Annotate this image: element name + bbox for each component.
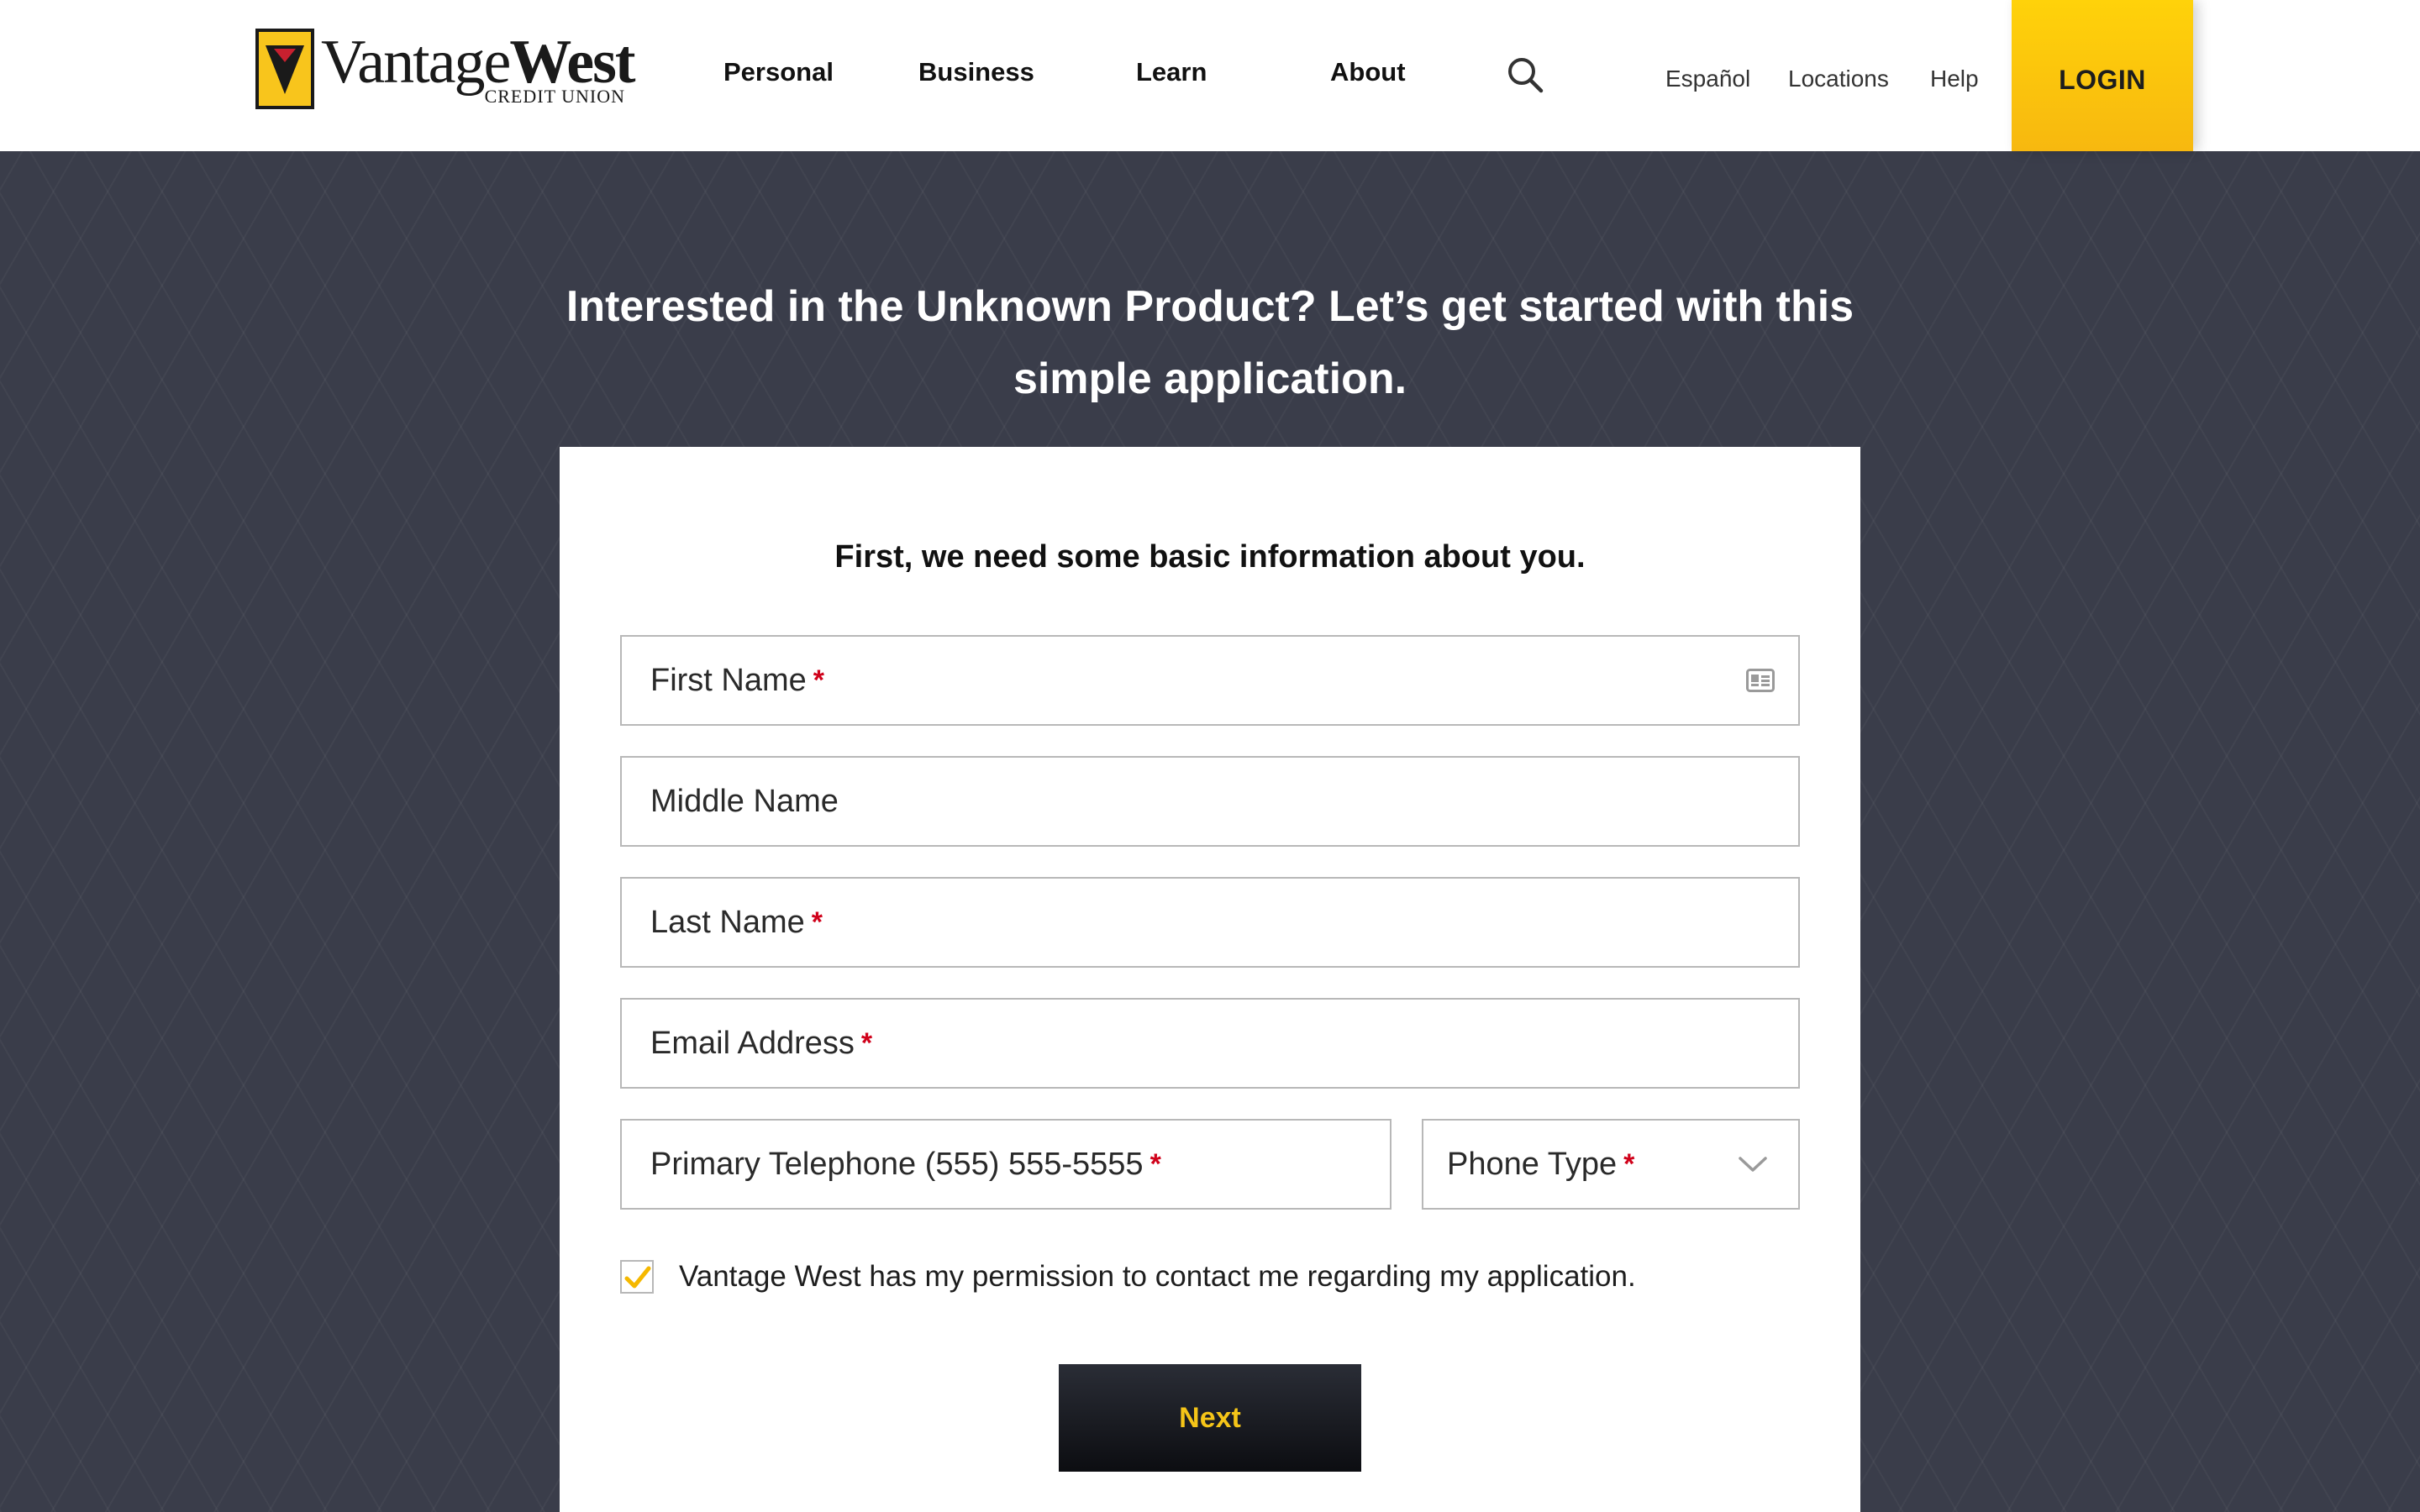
required-mark: * [1623,1147,1635,1180]
primary-telephone-field[interactable]: Primary Telephone (555) 555-5555 * [620,1119,1392,1210]
required-mark: * [813,664,825,696]
next-button[interactable]: Next [1059,1364,1361,1472]
login-label: LOGIN [2059,64,2146,95]
middle-name-field[interactable]: Middle Name [620,756,1800,847]
last-name-field[interactable]: Last Name * [620,877,1800,968]
chevron-down-icon [1738,1154,1768,1179]
form-heading: First, we need some basic information ab… [834,539,1586,575]
consent-checkbox[interactable] [620,1260,654,1294]
logo-tagline: CREDIT UNION [484,86,625,107]
application-form-card: First, we need some basic information ab… [560,447,1860,1512]
login-button[interactable]: LOGIN [2012,0,2193,151]
link-help[interactable]: Help [1930,66,1979,92]
nav-personal[interactable]: Personal [723,57,834,87]
email-field[interactable]: Email Address * [620,998,1800,1089]
next-label: Next [1179,1401,1241,1434]
contact-card-icon[interactable] [1746,669,1775,692]
required-mark: * [1150,1147,1161,1180]
email-label: Email Address [650,1025,855,1061]
first-name-field[interactable]: First Name * [620,635,1800,726]
required-mark: * [860,1026,873,1059]
link-locations[interactable]: Locations [1788,66,1889,92]
page-title: Interested in the Unknown Product? Let’s… [566,282,1854,403]
vantage-west-logo[interactable]: VantageWest CREDIT UNION [255,29,636,109]
nav-about[interactable]: About [1330,57,1406,87]
nav-business[interactable]: Business [918,57,1034,87]
phone-type-select[interactable]: Phone Type * [1422,1119,1800,1210]
nav-learn[interactable]: Learn [1136,57,1207,87]
consent-label: Vantage West has my permission to contac… [679,1260,1636,1293]
link-espanol[interactable]: Español [1665,66,1750,92]
search-icon[interactable] [1506,55,1544,94]
required-mark: * [811,906,823,938]
primary-telephone-label: Primary Telephone (555) 555-5555 [650,1146,1144,1182]
site-header: VantageWest CREDIT UNION Personal Busine… [0,0,2420,151]
middle-name-label: Middle Name [650,783,839,819]
phone-type-label: Phone Type [1447,1146,1618,1182]
first-name-label: First Name [650,662,807,698]
last-name-label: Last Name [650,904,805,940]
contact-permission-consent[interactable]: Vantage West has my permission to contac… [620,1260,1636,1294]
logo-v-mark-icon [255,29,314,109]
